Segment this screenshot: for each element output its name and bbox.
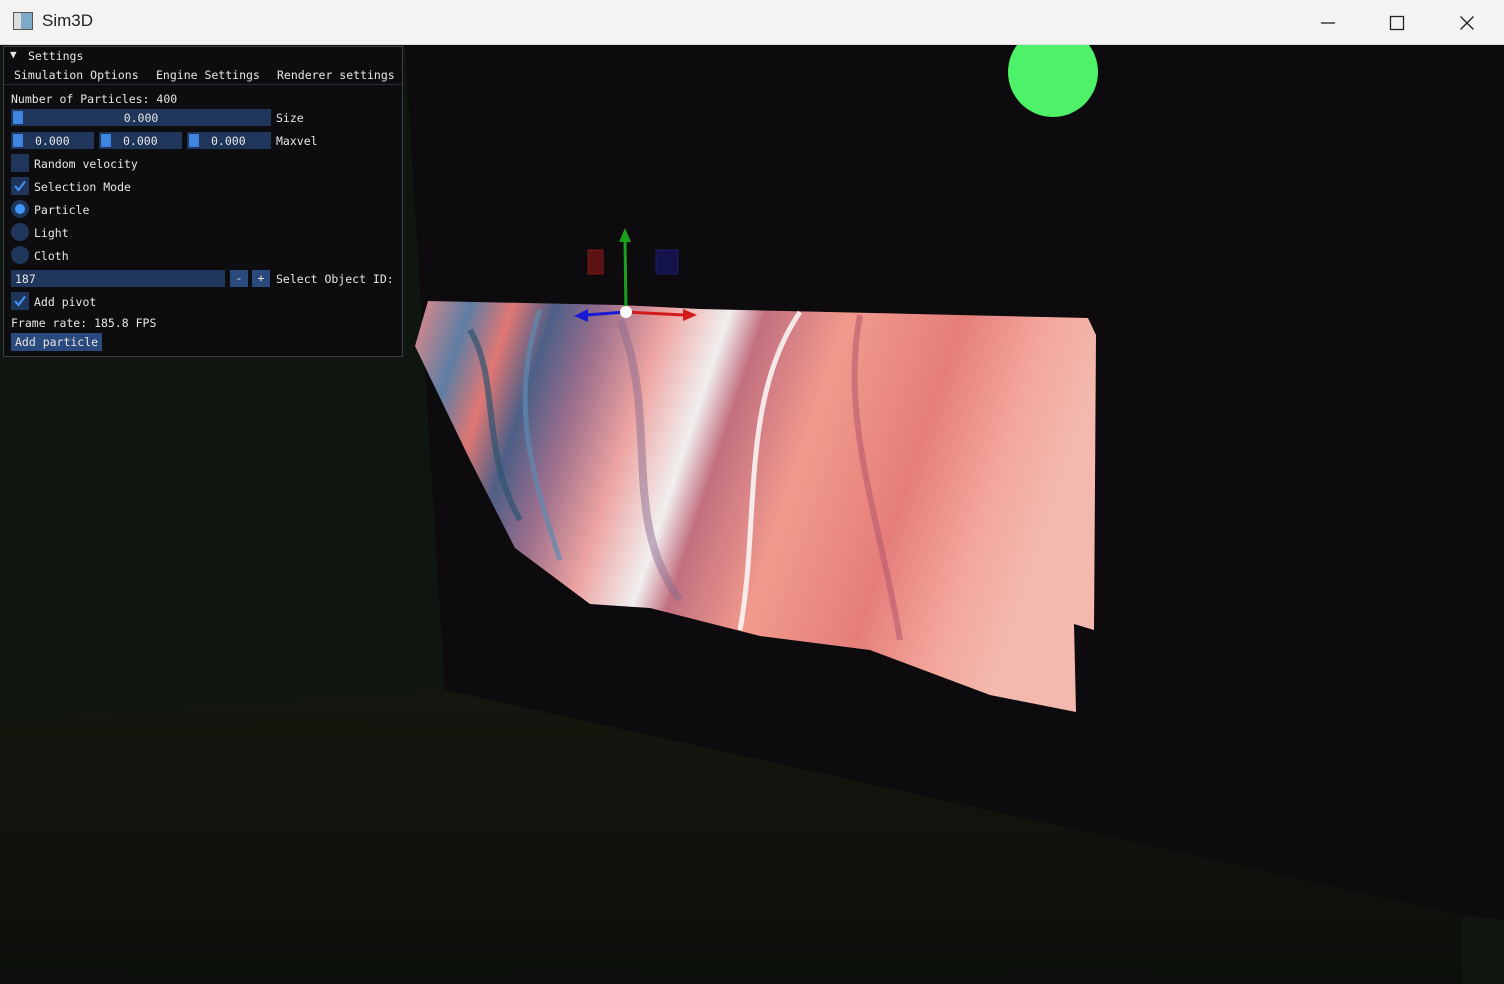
size-label: Size	[276, 111, 304, 125]
object-id-decrement-button[interactable]: -	[230, 270, 248, 287]
selection-mode-checkbox[interactable]	[11, 177, 29, 195]
radio-cloth[interactable]	[11, 246, 29, 264]
size-slider-value: 0.000	[123, 111, 159, 125]
tab-renderer-settings[interactable]: Renderer settings	[277, 68, 395, 82]
frame-rate-text: Frame rate: 185.8 FPS	[11, 316, 157, 330]
maxvel-x-value: 0.000	[35, 134, 70, 148]
minimize-icon	[1321, 21, 1335, 24]
maxvel-z-value: 0.000	[211, 134, 246, 148]
checkmark-icon	[14, 295, 26, 307]
radio-light[interactable]	[11, 223, 29, 241]
tab-divider	[4, 84, 402, 85]
random-velocity-label: Random velocity	[34, 157, 138, 171]
add-pivot-label: Add pivot	[34, 295, 97, 309]
tab-simulation-options[interactable]: Simulation Options	[14, 68, 139, 82]
particle-count-text: Number of Particles: 400	[11, 92, 178, 106]
random-velocity-checkbox[interactable]	[11, 154, 29, 172]
app-window: Sim3D ▼ Settings Simulation Options Engi…	[0, 0, 1504, 984]
gizmo-center[interactable]	[620, 306, 632, 318]
close-icon	[1460, 15, 1474, 30]
maximize-button[interactable]	[1362, 0, 1432, 45]
collapse-arrow-icon[interactable]: ▼	[10, 48, 17, 61]
maximize-icon	[1389, 15, 1405, 30]
radio-particle[interactable]	[11, 200, 29, 218]
maxvel-x-slider[interactable]: 0.000	[11, 132, 94, 149]
add-particle-button[interactable]: Add particle	[11, 333, 103, 351]
checkmark-icon	[14, 180, 26, 192]
radio-cloth-label: Cloth	[34, 249, 69, 263]
maxvel-z-slider[interactable]: 0.000	[187, 132, 271, 149]
object-id-value: 187	[15, 272, 36, 286]
gizmo-plane-handle-red[interactable]	[587, 249, 604, 275]
add-pivot-checkbox[interactable]	[11, 292, 29, 310]
object-id-increment-button[interactable]: +	[252, 270, 270, 287]
title-bar[interactable]: Sim3D	[0, 0, 1504, 45]
gizmo-plane-handle-blue[interactable]	[655, 249, 679, 275]
right-wall	[1462, 915, 1504, 984]
app-icon	[13, 12, 33, 30]
size-slider[interactable]: 0.000	[11, 109, 271, 126]
object-id-label: Select Object ID:	[276, 272, 394, 286]
minimize-button[interactable]	[1293, 0, 1363, 45]
panel-title: Settings	[28, 49, 84, 63]
radio-light-label: Light	[34, 226, 69, 240]
maxvel-y-value: 0.000	[123, 134, 158, 148]
radio-particle-label: Particle	[34, 203, 90, 217]
window-title: Sim3D	[42, 11, 94, 30]
maxvel-label: Maxvel	[276, 134, 318, 148]
maxvel-y-slider[interactable]: 0.000	[99, 132, 182, 149]
panel-title-bar[interactable]: ▼ Settings	[4, 47, 402, 65]
close-button[interactable]	[1432, 0, 1502, 45]
settings-panel[interactable]: ▼ Settings Simulation Options Engine Set…	[3, 46, 403, 357]
selection-mode-label: Selection Mode	[34, 180, 131, 194]
tab-engine-settings[interactable]: Engine Settings	[156, 68, 260, 82]
gizmo-y-axis[interactable]	[623, 239, 628, 313]
object-id-input[interactable]: 187	[11, 270, 225, 287]
